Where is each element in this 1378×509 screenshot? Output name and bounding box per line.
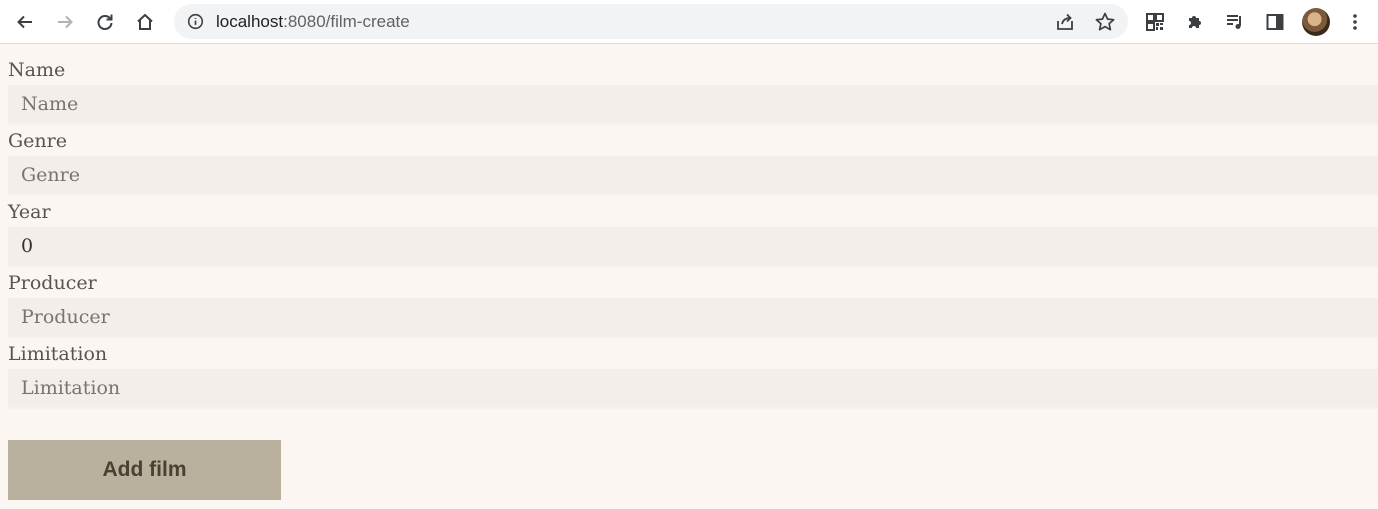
browser-toolbar: localhost:8080/film-create xyxy=(0,0,1378,44)
add-film-button[interactable]: Add film xyxy=(8,440,281,500)
url-host: localhost xyxy=(216,12,284,31)
puzzle-icon xyxy=(1189,16,1201,28)
reload-icon xyxy=(97,14,113,30)
back-arrow-icon xyxy=(17,15,32,29)
address-bar[interactable]: localhost:8080/film-create xyxy=(174,4,1128,39)
reload-button[interactable] xyxy=(90,7,120,37)
extensions-button[interactable] xyxy=(1180,7,1210,37)
side-panel-icon xyxy=(1266,14,1284,30)
site-info-icon[interactable] xyxy=(186,12,205,31)
vertical-dots-icon xyxy=(1353,14,1357,30)
qr-code-button[interactable] xyxy=(1140,7,1170,37)
media-control-button[interactable] xyxy=(1220,7,1250,37)
year-label: Year xyxy=(8,201,51,223)
forward-arrow-icon xyxy=(58,15,73,29)
name-label: Name xyxy=(8,59,66,81)
bookmark-star-icon[interactable] xyxy=(1094,11,1116,33)
genre-label: Genre xyxy=(8,130,67,152)
limitation-input[interactable] xyxy=(8,369,1378,409)
producer-label: Producer xyxy=(8,272,97,294)
qr-code-icon xyxy=(1146,13,1164,31)
browser-menu-button[interactable] xyxy=(1340,7,1370,37)
film-create-form: Name Genre Year Producer Limitation xyxy=(8,57,1378,412)
home-button[interactable] xyxy=(130,7,160,37)
url-path: :8080/film-create xyxy=(283,12,410,31)
share-icon[interactable] xyxy=(1054,11,1076,33)
producer-input[interactable] xyxy=(8,298,1378,338)
side-panel-button[interactable] xyxy=(1260,7,1290,37)
name-input[interactable] xyxy=(8,85,1378,125)
back-button[interactable] xyxy=(10,7,40,37)
playlist-icon xyxy=(1227,15,1241,29)
url-text[interactable]: localhost:8080/film-create xyxy=(216,12,410,32)
home-icon xyxy=(137,13,153,30)
profile-avatar[interactable] xyxy=(1302,8,1330,36)
forward-button[interactable] xyxy=(50,7,80,37)
year-input[interactable] xyxy=(8,227,1378,267)
genre-input[interactable] xyxy=(8,156,1378,196)
limitation-label: Limitation xyxy=(8,343,108,365)
